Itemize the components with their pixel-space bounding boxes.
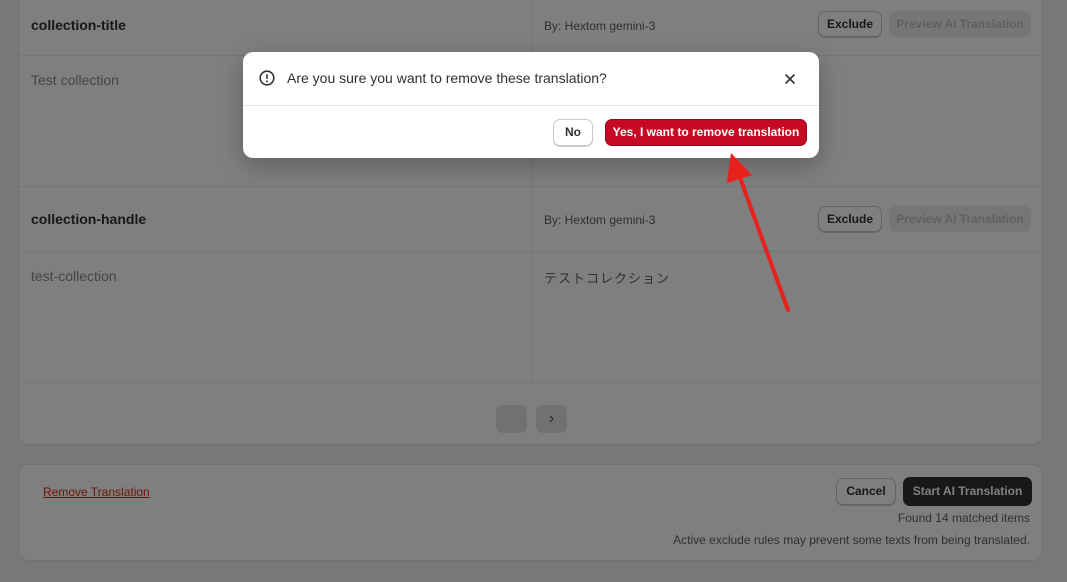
dialog-header: Are you sure you want to remove these tr… xyxy=(243,52,819,106)
confirm-remove-dialog: Are you sure you want to remove these tr… xyxy=(243,52,819,158)
alert-circle-icon xyxy=(259,70,275,86)
confirm-remove-button[interactable]: Yes, I want to remove translation xyxy=(605,119,807,146)
no-button[interactable]: No xyxy=(553,119,593,146)
dialog-title: Are you sure you want to remove these tr… xyxy=(287,70,607,86)
close-icon[interactable] xyxy=(782,71,798,87)
